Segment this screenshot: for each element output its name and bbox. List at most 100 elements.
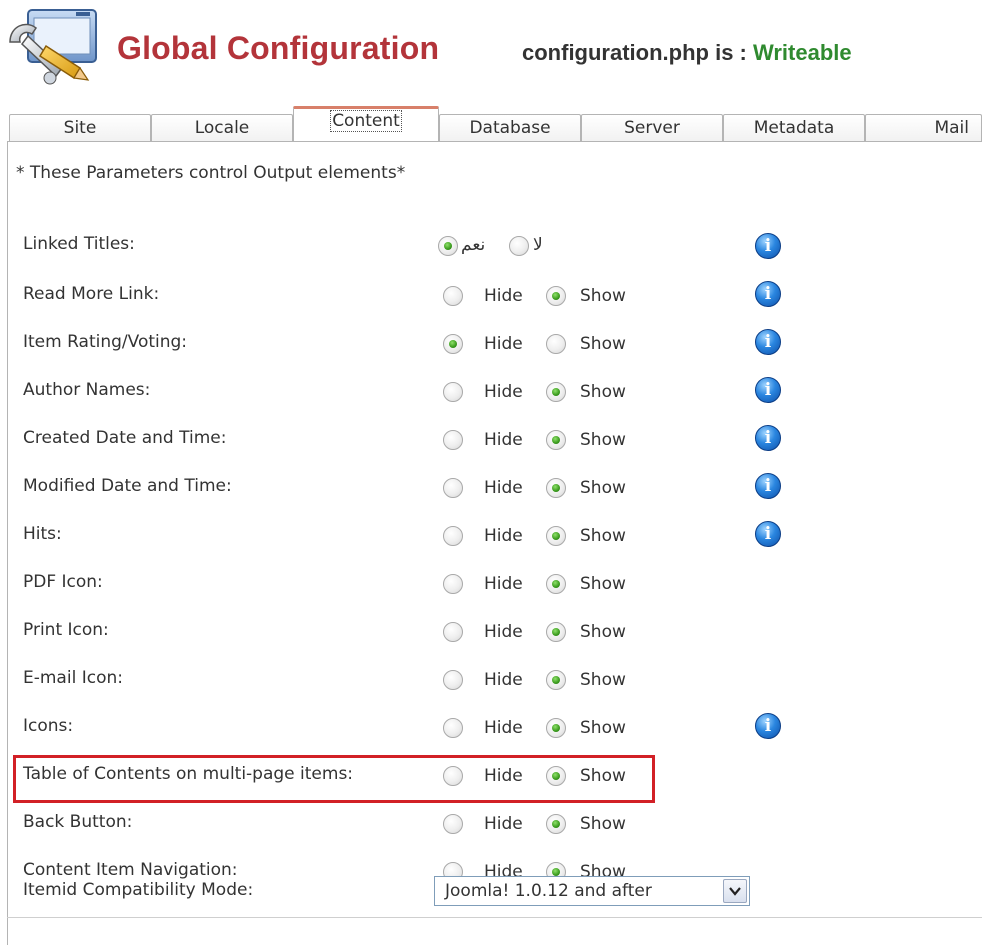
tab-server-label: Server bbox=[624, 118, 680, 138]
linked-titles-no-radio[interactable] bbox=[509, 236, 529, 256]
setting-row: Item Rating/Voting: Hide Show i bbox=[0, 329, 982, 372]
hide-radio[interactable] bbox=[443, 334, 463, 354]
show-label: Show bbox=[580, 334, 626, 354]
show-label: Show bbox=[580, 574, 626, 594]
setting-label: Print Icon: bbox=[23, 620, 109, 640]
show-radio[interactable] bbox=[546, 382, 566, 402]
show-radio[interactable] bbox=[546, 286, 566, 306]
hide-radio[interactable] bbox=[443, 574, 463, 594]
page-title: Global Configuration bbox=[117, 30, 440, 66]
show-radio[interactable] bbox=[546, 670, 566, 690]
show-label: Show bbox=[580, 814, 626, 834]
global-configuration-page: Global Configuration configuration.php i… bbox=[0, 0, 982, 945]
setting-row: Icons: Hide Show i bbox=[0, 713, 982, 756]
hide-label: Hide bbox=[484, 814, 523, 834]
info-icon[interactable]: i bbox=[755, 713, 781, 739]
config-file-status: configuration.php is : Writeable bbox=[522, 40, 852, 66]
info-icon[interactable]: i bbox=[755, 233, 781, 259]
hide-radio[interactable] bbox=[443, 718, 463, 738]
show-label: Show bbox=[580, 526, 626, 546]
show-label: Show bbox=[580, 382, 626, 402]
setting-row-linked-titles: Linked Titles: نعم لا i bbox=[0, 233, 982, 274]
hide-label: Hide bbox=[484, 670, 523, 690]
setting-row: Hits: Hide Show i bbox=[0, 521, 982, 564]
hide-radio[interactable] bbox=[443, 670, 463, 690]
hide-radio[interactable] bbox=[443, 622, 463, 642]
show-radio[interactable] bbox=[546, 574, 566, 594]
setting-label: Author Names: bbox=[23, 380, 151, 400]
show-radio[interactable] bbox=[546, 526, 566, 546]
header: Global Configuration configuration.php i… bbox=[0, 0, 982, 100]
hide-radio[interactable] bbox=[443, 814, 463, 834]
hide-radio[interactable] bbox=[443, 286, 463, 306]
tab-content-label: Content bbox=[330, 110, 402, 132]
itemid-mode-value: Joomla! 1.0.12 and after bbox=[445, 881, 652, 901]
tab-locale-label: Locale bbox=[194, 118, 250, 138]
chevron-down-icon[interactable] bbox=[723, 879, 747, 903]
writeable-status-badge: Writeable bbox=[753, 40, 852, 65]
tab-server[interactable]: Server bbox=[581, 114, 723, 142]
hide-radio[interactable] bbox=[443, 430, 463, 450]
tab-mail[interactable]: Mail bbox=[865, 114, 982, 142]
panel-description: * These Parameters control Output elemen… bbox=[16, 163, 406, 183]
info-icon[interactable]: i bbox=[755, 377, 781, 403]
show-label: Show bbox=[580, 286, 626, 306]
divider bbox=[7, 917, 982, 918]
highlight-box bbox=[13, 755, 655, 803]
hide-radio[interactable] bbox=[443, 382, 463, 402]
show-radio[interactable] bbox=[546, 478, 566, 498]
config-status-prefix: configuration.php is : bbox=[522, 40, 747, 65]
setting-label: Modified Date and Time: bbox=[23, 476, 232, 496]
hide-label: Hide bbox=[484, 622, 523, 642]
setting-label: Content Item Navigation: bbox=[23, 860, 238, 880]
show-radio[interactable] bbox=[546, 814, 566, 834]
hide-label: Hide bbox=[484, 286, 523, 306]
show-label: Show bbox=[580, 718, 626, 738]
hide-radio[interactable] bbox=[443, 478, 463, 498]
tab-database-label: Database bbox=[469, 118, 551, 138]
tab-site-label: Site bbox=[63, 118, 97, 138]
setting-row: E-mail Icon: Hide Show bbox=[0, 668, 982, 708]
setting-label: Item Rating/Voting: bbox=[23, 332, 188, 352]
config-wrench-icon bbox=[6, 6, 102, 88]
info-icon[interactable]: i bbox=[755, 521, 781, 547]
show-radio[interactable] bbox=[546, 718, 566, 738]
setting-row: Author Names: Hide Show i bbox=[0, 377, 982, 420]
hide-radio[interactable] bbox=[443, 526, 463, 546]
hide-label: Hide bbox=[484, 382, 523, 402]
linked-titles-no-label: لا bbox=[533, 235, 543, 255]
setting-label: PDF Icon: bbox=[23, 572, 103, 592]
hide-label: Hide bbox=[484, 574, 523, 594]
setting-row: Read More Link: Hide Show i bbox=[0, 281, 982, 324]
setting-row: Created Date and Time: Hide Show i bbox=[0, 425, 982, 468]
setting-row: Modified Date and Time: Hide Show i bbox=[0, 473, 982, 516]
setting-label: E-mail Icon: bbox=[23, 668, 123, 688]
info-icon[interactable]: i bbox=[755, 329, 781, 355]
info-icon[interactable]: i bbox=[755, 473, 781, 499]
tab-site[interactable]: Site bbox=[9, 114, 151, 142]
itemid-mode-select[interactable]: Joomla! 1.0.12 and after bbox=[434, 876, 750, 906]
hide-label: Hide bbox=[484, 526, 523, 546]
show-radio[interactable] bbox=[546, 430, 566, 450]
setting-row: Print Icon: Hide Show bbox=[0, 620, 982, 660]
show-radio[interactable] bbox=[546, 334, 566, 354]
show-label: Show bbox=[580, 430, 626, 450]
tab-metadata[interactable]: Metadata bbox=[723, 114, 865, 142]
setting-label: Hits: bbox=[23, 524, 62, 544]
tab-locale[interactable]: Locale bbox=[151, 114, 293, 142]
hide-label: Hide bbox=[484, 718, 523, 738]
linked-titles-yes-radio[interactable] bbox=[438, 236, 458, 256]
setting-label: Itemid Compatibility Mode: bbox=[23, 880, 254, 900]
show-radio[interactable] bbox=[546, 622, 566, 642]
tab-content[interactable]: Content bbox=[293, 106, 439, 142]
info-icon[interactable]: i bbox=[755, 281, 781, 307]
setting-label: Icons: bbox=[23, 716, 74, 736]
show-label: Show bbox=[580, 622, 626, 642]
tab-database[interactable]: Database bbox=[439, 114, 581, 142]
setting-label: Read More Link: bbox=[23, 284, 160, 304]
tab-mail-label: Mail bbox=[934, 118, 969, 138]
tab-metadata-label: Metadata bbox=[753, 118, 835, 138]
info-icon[interactable]: i bbox=[755, 425, 781, 451]
hide-label: Hide bbox=[484, 430, 523, 450]
linked-titles-yes-label: نعم bbox=[461, 235, 486, 255]
